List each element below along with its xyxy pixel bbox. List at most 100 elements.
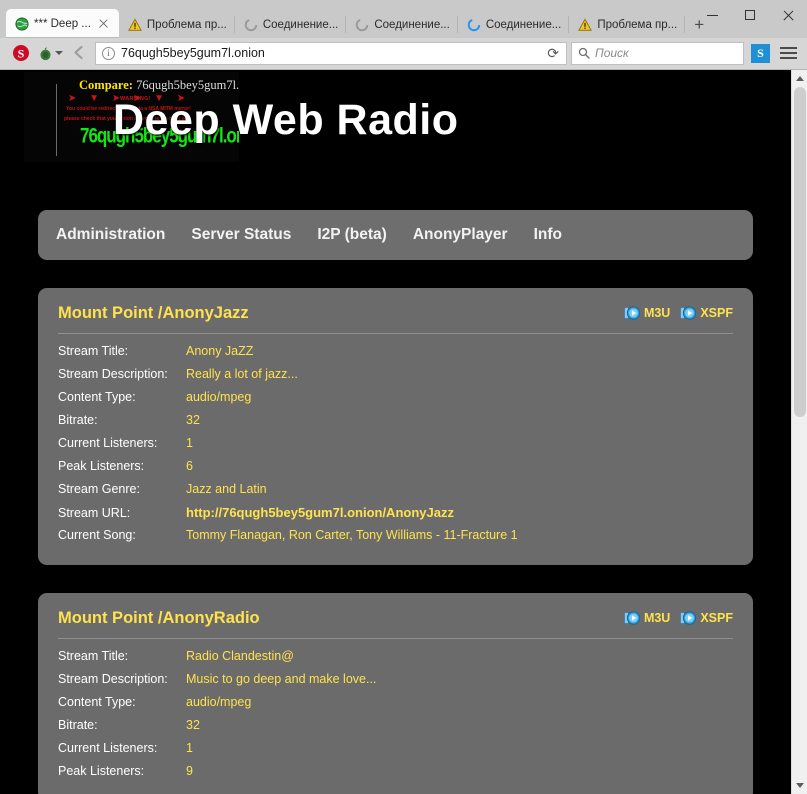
loading-icon — [244, 18, 258, 32]
stream-info-value: 32 — [186, 718, 200, 732]
scroll-up-button[interactable] — [792, 70, 807, 87]
mount-point-panel: Mount Point /AnonyJazz M3U XSPF Stream Titl… — [38, 288, 753, 565]
maximize-icon — [745, 10, 755, 20]
tab-label: Соединение... — [374, 19, 449, 31]
stream-info-value: 1 — [186, 436, 193, 450]
stream-info-key: Current Listeners: — [58, 741, 186, 755]
extension-button[interactable]: S — [751, 44, 770, 63]
page-scrollbar[interactable] — [791, 70, 807, 794]
reload-button[interactable]: ⟳ — [544, 45, 562, 62]
url-text: 76qugh5bey5gum7l.onion — [121, 46, 538, 60]
site-nav-menu: Administration Server Status I2P (beta) Ano… — [38, 210, 753, 260]
stream-info-row: Stream Title:Anony JaZZ — [58, 344, 733, 367]
url-bar[interactable]: i 76qugh5bey5gum7l.onion ⟳ — [95, 42, 567, 65]
xspf-link[interactable]: XSPF — [680, 305, 733, 321]
tab-label: Соединение... — [263, 19, 338, 31]
stream-info-row: Bitrate:32 — [58, 413, 733, 436]
nav-link-i2p-beta[interactable]: I2P (beta) — [313, 226, 391, 244]
close-button[interactable] — [769, 0, 807, 30]
stream-info-value: audio/mpeg — [186, 390, 251, 404]
noscript-button[interactable]: S — [7, 40, 34, 66]
search-icon — [578, 47, 590, 59]
stream-info-value: Music to go deep and make love... — [186, 672, 376, 686]
mount-point-path: /AnonyRadio — [158, 609, 260, 627]
stream-info-key: Peak Listeners: — [58, 459, 186, 473]
nav-link-anonyplayer[interactable]: AnonyPlayer — [409, 226, 512, 244]
nav-link-server-status[interactable]: Server Status — [187, 226, 295, 244]
browser-tab[interactable]: Проблема пр... — [569, 11, 685, 38]
stream-info-value: Tommy Flanagan, Ron Carter, Tony William… — [186, 528, 518, 542]
m3u-link[interactable]: M3U — [624, 305, 670, 321]
back-button[interactable] — [66, 40, 93, 66]
m3u-link[interactable]: M3U — [624, 610, 670, 626]
stream-info-table: Stream Title:Radio Clandestin@Stream Des… — [58, 639, 733, 787]
chevron-down-icon — [55, 51, 63, 55]
stream-info-key: Stream Description: — [58, 672, 186, 686]
scroll-down-button[interactable] — [792, 777, 807, 794]
torbutton[interactable] — [34, 40, 66, 66]
tab-label: Проблема пр... — [147, 19, 227, 31]
stream-info-row: Stream Genre:Jazz and Latin — [58, 482, 733, 505]
mount-point-panel: Mount Point /AnonyRadio M3U XSPF Stream Tit… — [38, 593, 753, 794]
browser-tab[interactable]: Соединение... — [458, 11, 569, 38]
browser-tab[interactable]: Проблема пр... — [119, 11, 235, 38]
menu-button[interactable] — [776, 47, 800, 59]
stream-info-key: Stream Description: — [58, 367, 186, 381]
minimize-button[interactable] — [693, 0, 731, 30]
page-viewport: Compare: 76qugh5bey5gum7l.onion ➤ ▼ ➤ ➤ … — [0, 70, 807, 794]
stream-info-value: audio/mpeg — [186, 695, 251, 709]
stream-info-value: 9 — [186, 764, 193, 778]
browser-tab[interactable]: *** Deep ... — [6, 9, 119, 38]
globe-icon — [15, 17, 29, 31]
m3u-label: M3U — [644, 611, 670, 625]
xspf-label: XSPF — [700, 306, 733, 320]
stream-info-row: Peak Listeners:6 — [58, 459, 733, 482]
tab-close-icon[interactable] — [96, 16, 111, 31]
stream-info-key: Current Song: — [58, 528, 186, 542]
stream-info-key: Stream Genre: — [58, 482, 186, 496]
stream-info-key: Content Type: — [58, 390, 186, 404]
navigation-toolbar: S i 76qugh5bey5gum7l.onion ⟳ — [0, 38, 807, 70]
back-arrow-icon — [71, 44, 88, 61]
stream-info-row: Content Type:audio/mpeg — [58, 390, 733, 413]
menu-icon-line — [780, 57, 797, 59]
search-input[interactable]: Поиск — [595, 46, 629, 60]
xspf-link[interactable]: XSPF — [680, 610, 733, 626]
window-controls — [693, 0, 807, 30]
mount-panel-header: Mount Point /AnonyJazz M3U XSPF — [58, 304, 733, 334]
compare-url: 76qugh5bey5gum7l.onion — [136, 78, 239, 92]
stream-info-key: Peak Listeners: — [58, 764, 186, 778]
site-info-icon[interactable]: i — [102, 47, 115, 60]
scrollbar-track[interactable] — [792, 87, 807, 777]
m3u-label: M3U — [644, 306, 670, 320]
mount-panel-header: Mount Point /AnonyRadio M3U XSPF — [58, 609, 733, 639]
browser-tab[interactable]: Соединение... — [346, 11, 457, 38]
tab-label: Проблема пр... — [597, 19, 677, 31]
maximize-button[interactable] — [731, 0, 769, 30]
stream-info-table: Stream Title:Anony JaZZStream Descriptio… — [58, 334, 733, 551]
stream-info-value[interactable]: http://76qugh5bey5gum7l.onion/AnonyJazz — [186, 505, 454, 520]
stream-info-value: 1 — [186, 741, 193, 755]
browser-window: *** Deep ... Проблема пр... Соединение... С… — [0, 0, 807, 794]
scrollbar-thumb[interactable] — [794, 87, 806, 417]
play-icon — [624, 610, 640, 626]
chevron-up-icon — [796, 76, 804, 81]
nav-link-info[interactable]: Info — [530, 226, 566, 244]
browser-tab[interactable]: Соединение... — [235, 11, 346, 38]
menu-icon-line — [780, 52, 797, 54]
stream-info-row: Current Listeners:1 — [58, 436, 733, 459]
mount-point-title: Mount Point /AnonyJazz — [58, 304, 249, 323]
mount-point-prefix: Mount Point — [58, 304, 158, 322]
stream-info-row: Stream Title:Radio Clandestin@ — [58, 649, 733, 672]
svg-text:S: S — [17, 47, 24, 61]
xspf-label: XSPF — [700, 611, 733, 625]
search-bar[interactable]: Поиск — [571, 42, 744, 65]
nav-link-administration[interactable]: Administration — [52, 226, 169, 244]
mount-point-title: Mount Point /AnonyRadio — [58, 609, 260, 628]
stream-info-value: Jazz and Latin — [186, 482, 267, 496]
play-icon — [624, 305, 640, 321]
stream-info-key: Bitrate: — [58, 718, 186, 732]
page-title: Deep Web Radio — [113, 96, 458, 145]
stream-info-key: Stream Title: — [58, 649, 186, 663]
noscript-icon: S — [12, 44, 30, 62]
